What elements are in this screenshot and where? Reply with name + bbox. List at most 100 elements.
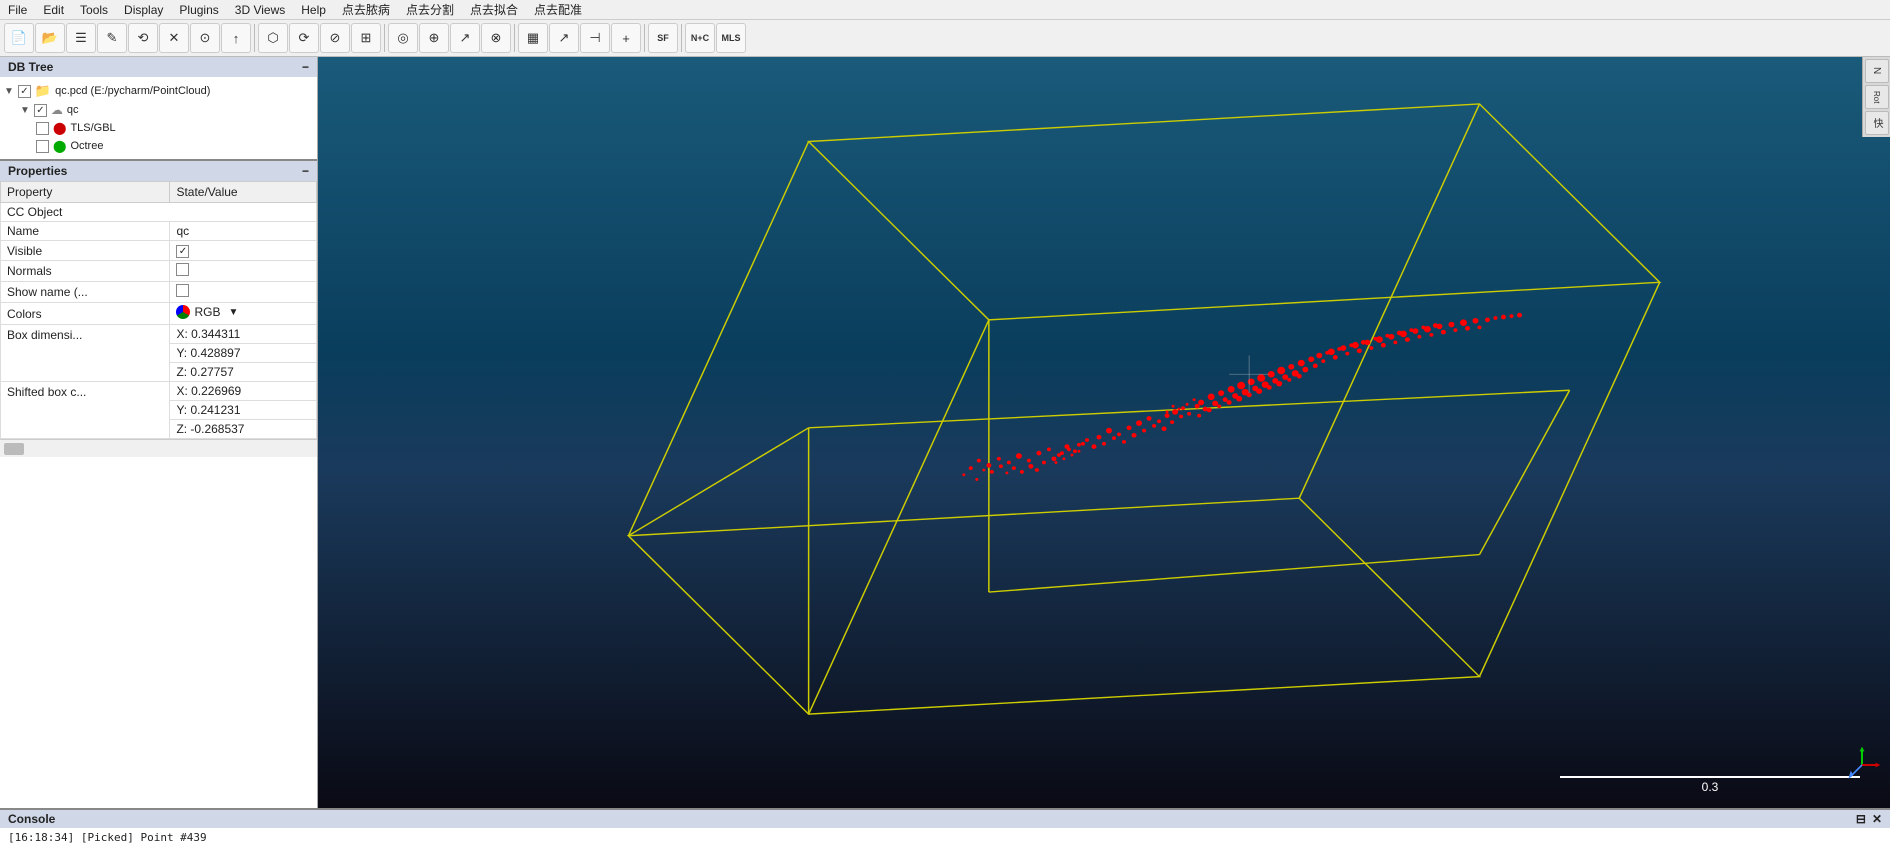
sf-button[interactable]: SF <box>648 23 678 53</box>
prop-value-visible[interactable] <box>170 241 317 261</box>
menu-tools[interactable]: Tools <box>72 2 116 18</box>
bounding-box <box>628 104 1659 714</box>
prop-row-boxdim-x: Box dimensi... X: 0.344311 <box>1 325 317 344</box>
nc-button[interactable]: N+C <box>685 23 715 53</box>
toolbar-sep-2 <box>384 24 385 52</box>
edge-btn-n[interactable]: N <box>1865 59 1889 83</box>
menu-chinese3[interactable]: 点去拟合 <box>462 0 526 19</box>
filter-button[interactable]: ⬡ <box>258 23 288 53</box>
expand-icon-qc[interactable]: ▼ <box>20 105 30 116</box>
console-log: [16:18:34] [Picked] Point #439 <box>0 828 1890 868</box>
menu-chinese4[interactable]: 点去配准 <box>526 0 590 19</box>
console-panel: Console ⊟ ✕ [16:18:34] [Picked] Point #4… <box>0 808 1890 868</box>
prop-label-showname: Show name (... <box>1 282 170 303</box>
transform-button[interactable]: ⟲ <box>128 23 158 53</box>
tree-item-octree[interactable]: ⬤ Octree <box>36 137 313 155</box>
main-area: DB Tree − ▼ 📁 qc.pcd (E:/pycharm/PointCl… <box>0 57 1890 808</box>
prop-value-showname[interactable] <box>170 282 317 303</box>
dbtree-header: DB Tree − <box>0 57 317 77</box>
dbtree-panel: DB Tree − ▼ 📁 qc.pcd (E:/pycharm/PointCl… <box>0 57 317 161</box>
tree-checkbox-tls[interactable] <box>36 122 49 135</box>
scale-line <box>1560 776 1860 778</box>
dbtree-collapse-btn[interactable]: − <box>302 60 309 74</box>
menu-chinese1[interactable]: 点去脓病 <box>334 0 398 19</box>
menu-file[interactable]: File <box>0 2 35 18</box>
axis-indicator <box>1842 745 1882 788</box>
edge-btn-rot[interactable]: Rot <box>1865 85 1889 109</box>
menu-display[interactable]: Display <box>116 2 171 18</box>
menu-plugins[interactable]: Plugins <box>171 2 226 18</box>
measure-button[interactable]: ⊣ <box>580 23 610 53</box>
menu-help[interactable]: Help <box>293 2 334 18</box>
prop-value-colors[interactable]: RGB ▼ <box>170 303 317 325</box>
tree-checkbox-root[interactable] <box>18 85 31 98</box>
main-toolbar: 📄 📂 ☰ ✎ ⟲ ✕ ⊙ ↑ ⬡ ⟳ ⊘ ⊞ ◎ ⊕ ↗ ⊗ ▦ ↗ ⊣ + … <box>0 20 1890 56</box>
crosshair-indicator <box>1229 356 1269 394</box>
color-label-rgb: RGB <box>194 305 220 319</box>
toolbar-sep-3 <box>514 24 515 52</box>
pick-point-button[interactable]: ↗ <box>450 23 480 53</box>
toolbar-sep-4 <box>644 24 645 52</box>
console-controls[interactable]: ⊟ ✕ <box>1856 812 1882 826</box>
edit-button[interactable]: ✎ <box>97 23 127 53</box>
viewport-3d[interactable]: 0.3 N Rot 快 <box>318 57 1890 808</box>
prop-value-normals[interactable] <box>170 261 317 282</box>
menubar: File Edit Tools Display Plugins 3D Views… <box>0 0 1890 20</box>
db-list-button[interactable]: ☰ <box>66 23 96 53</box>
col-value: State/Value <box>170 182 317 203</box>
dbtree-content: ▼ 📁 qc.pcd (E:/pycharm/PointCloud) ▼ ☁ q… <box>0 77 317 159</box>
new-file-button[interactable]: 📄 <box>4 23 34 53</box>
edge-btn-quick[interactable]: 快 <box>1865 111 1889 135</box>
hscroll-thumb[interactable] <box>4 443 24 455</box>
tree-checkbox-octree[interactable] <box>36 140 49 153</box>
menu-3dviews[interactable]: 3D Views <box>227 2 293 18</box>
scale-bar: 0.3 <box>1560 776 1860 794</box>
props-hscroll[interactable] <box>0 439 317 457</box>
prop-label-visible: Visible <box>1 241 170 261</box>
upload-button[interactable]: ↑ <box>221 23 251 53</box>
prop-row-normals: Normals <box>1 261 317 282</box>
console-close-btn[interactable]: ✕ <box>1872 812 1882 826</box>
segment-button[interactable]: ⊘ <box>320 23 350 53</box>
console-header: Console ⊟ ✕ <box>0 810 1890 828</box>
properties-table-container[interactable]: Property State/Value CC Object Name qc <box>0 181 317 808</box>
green-circle-icon-octree: ⬤ <box>53 139 66 153</box>
checkbox-visible[interactable] <box>176 245 189 258</box>
tree-item-root[interactable]: ▼ 📁 qc.pcd (E:/pycharm/PointCloud) <box>4 81 313 101</box>
properties-table: Property State/Value CC Object Name qc <box>0 181 317 439</box>
line-chart-button[interactable]: ↗ <box>549 23 579 53</box>
properties-collapse-btn[interactable]: − <box>302 164 309 178</box>
tree-label-tls: TLS/GBL <box>70 122 115 134</box>
tree-item-qc[interactable]: ▼ ☁ qc <box>20 101 313 119</box>
sample-button[interactable]: ⊙ <box>190 23 220 53</box>
tree-item-tls[interactable]: ⬤ TLS/GBL <box>36 119 313 137</box>
mls-button[interactable]: MLS <box>716 23 746 53</box>
menu-chinese2[interactable]: 点去分割 <box>398 0 462 19</box>
axis-svg <box>1842 745 1882 785</box>
scan-button[interactable]: ◎ <box>388 23 418 53</box>
prop-value-boxdim-y: Y: 0.428897 <box>170 344 317 363</box>
toolbar-sep-5 <box>681 24 682 52</box>
checkbox-normals[interactable] <box>176 263 189 276</box>
delete-button[interactable]: ✕ <box>159 23 189 53</box>
toolbar-sep-1 <box>254 24 255 52</box>
tree-checkbox-qc[interactable] <box>34 104 47 117</box>
bar-chart-button[interactable]: ▦ <box>518 23 548 53</box>
col-property: Property <box>1 182 170 203</box>
expand-icon-root[interactable]: ▼ <box>4 86 14 97</box>
open-file-button[interactable]: 📂 <box>35 23 65 53</box>
prop-value-boxdim-x: X: 0.344311 <box>170 325 317 344</box>
menu-edit[interactable]: Edit <box>35 2 72 18</box>
prop-row-showname: Show name (... <box>1 282 317 303</box>
console-restore-btn[interactable]: ⊟ <box>1856 812 1866 826</box>
checkbox-showname[interactable] <box>176 284 189 297</box>
prop-row-visible: Visible <box>1 241 317 261</box>
plus-button[interactable]: + <box>611 23 641 53</box>
compute-button[interactable]: ⟳ <box>289 23 319 53</box>
properties-panel: Properties − Property State/Value CC Obj… <box>0 161 317 808</box>
voxel-button[interactable]: ⊞ <box>351 23 381 53</box>
toggle-button[interactable]: ⊕ <box>419 23 449 53</box>
prop-value-name[interactable]: qc <box>170 222 317 241</box>
pointer-button[interactable]: ⊗ <box>481 23 511 53</box>
color-dropdown-arrow[interactable]: ▼ <box>228 307 238 318</box>
